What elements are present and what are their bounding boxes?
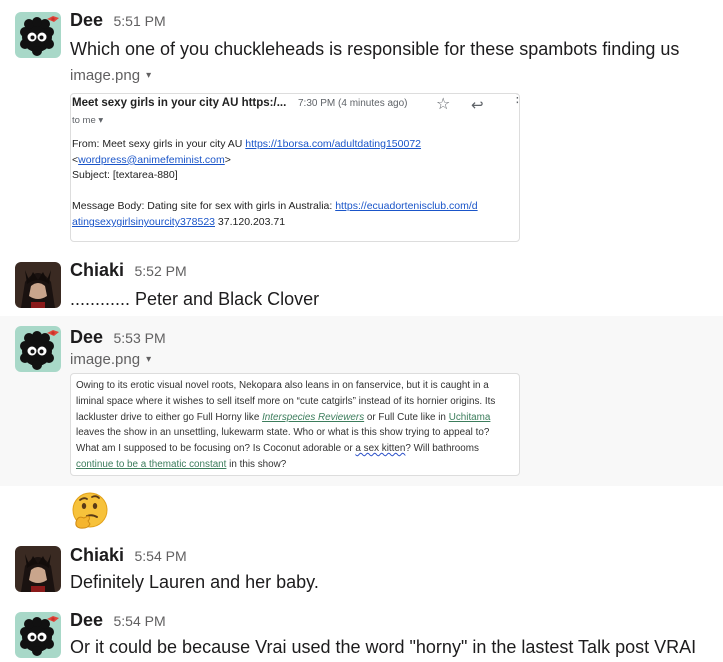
more-options-icon: ⋮ bbox=[511, 94, 519, 104]
excerpt-link: continue to be a thematic constant bbox=[76, 458, 227, 470]
email-link: https://1borsa.com/adultdating150072 bbox=[245, 138, 422, 150]
soot-sprite-icon bbox=[15, 12, 61, 58]
message-dee-3: Dee 5:54 PM Or it could be because Vrai … bbox=[0, 601, 723, 662]
email-screenshot-image[interactable]: Meet sexy girls in your city AU https:/.… bbox=[70, 93, 520, 242]
avatar-chiaki[interactable] bbox=[15, 546, 61, 592]
article-excerpt-text: Owing to its erotic visual novel roots, … bbox=[76, 380, 496, 470]
message-text: Which one of you chuckleheads is respons… bbox=[70, 39, 680, 59]
author-name[interactable]: Chiaki bbox=[70, 260, 124, 280]
message-text: ............ Peter and Black Clover bbox=[70, 289, 320, 309]
chevron-down-icon: ▾ bbox=[146, 70, 152, 81]
chevron-down-icon: ▾ bbox=[98, 115, 104, 126]
email-recipient: to me ▾ bbox=[72, 115, 104, 126]
avatar-chiaki[interactable] bbox=[15, 262, 61, 308]
message-chiaki-1: Chiaki 5:52 PM ............ Peter and Bl… bbox=[0, 250, 723, 316]
avatar-dee[interactable] bbox=[15, 326, 61, 372]
file-name: image.png bbox=[70, 351, 141, 368]
author-name[interactable]: Dee bbox=[70, 610, 103, 630]
article-excerpt-image[interactable]: Owing to its erotic visual novel roots, … bbox=[70, 373, 520, 476]
chevron-down-icon: ▾ bbox=[146, 354, 152, 365]
soot-sprite-icon bbox=[15, 326, 61, 372]
author-name[interactable]: Chiaki bbox=[70, 545, 124, 565]
timestamp[interactable]: 5:51 PM bbox=[113, 13, 165, 29]
file-name-toggle[interactable]: image.png ▾ bbox=[70, 351, 151, 368]
email-link: wordpress@animefeminist.com bbox=[78, 153, 225, 166]
thinking-face-icon bbox=[70, 491, 110, 531]
spellcheck-underline: a sex kitten bbox=[355, 443, 406, 455]
email-time: 7:30 PM (4 minutes ago) bbox=[298, 98, 408, 109]
timestamp[interactable]: 5:54 PM bbox=[113, 613, 165, 629]
timestamp[interactable]: 5:54 PM bbox=[134, 548, 186, 564]
file-name-toggle[interactable]: image.png ▾ bbox=[70, 67, 151, 84]
author-name[interactable]: Dee bbox=[70, 327, 103, 347]
email-subject: Meet sexy girls in your city AU https:/.… bbox=[72, 97, 287, 109]
character-avatar-icon bbox=[15, 262, 61, 308]
author-name[interactable]: Dee bbox=[70, 10, 103, 30]
avatar-dee[interactable] bbox=[15, 612, 61, 658]
star-icon: ☆ bbox=[436, 96, 451, 113]
timestamp[interactable]: 5:52 PM bbox=[134, 263, 186, 279]
message-text: Or it could be because Vrai used the wor… bbox=[70, 637, 697, 657]
message-dee-1: Dee 5:51 PM Which one of you chucklehead… bbox=[0, 0, 723, 250]
character-avatar-icon bbox=[15, 546, 61, 592]
email-link: atingsexygirlsinyourcity378523 bbox=[72, 215, 215, 228]
email-link: https://ecuadortenisclub.com/d bbox=[335, 200, 478, 213]
file-name: image.png bbox=[70, 67, 141, 84]
message-chiaki-2: Chiaki 5:54 PM Definitely Lauren and her… bbox=[0, 535, 723, 601]
avatar-dee[interactable] bbox=[15, 12, 61, 58]
excerpt-link: Interspecies Reviewers bbox=[262, 411, 365, 423]
email-body: From: Meet sexy girls in your city AU ht… bbox=[72, 138, 478, 228]
reply-icon: ↩ bbox=[471, 97, 484, 114]
message-text: Definitely Lauren and her baby. bbox=[70, 572, 319, 592]
timestamp[interactable]: 5:53 PM bbox=[113, 330, 165, 346]
excerpt-link: Uchitama bbox=[448, 411, 491, 423]
soot-sprite-icon bbox=[15, 612, 61, 658]
